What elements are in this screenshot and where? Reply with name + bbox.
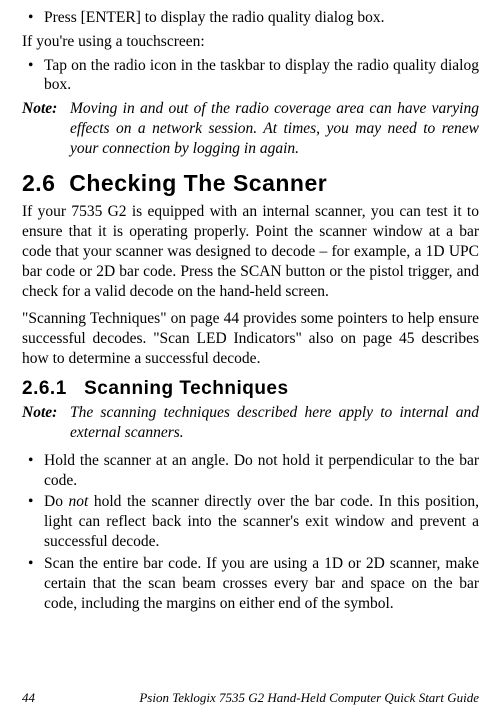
subsection-number: 2.6.1 [22, 378, 67, 399]
bullet-dot: • [22, 8, 44, 28]
scanning-bullets: • Hold the scanner at an angle. Do not h… [22, 451, 479, 614]
subsection-heading-2-6-1: 2.6.1 Scanning Techniques [22, 377, 479, 401]
section-paragraph-1: If your 7535 G2 is equipped with an inte… [22, 202, 479, 301]
section-title: Checking The Scanner [69, 170, 327, 196]
bullet-text: Do not hold the scanner directly over th… [44, 492, 479, 551]
bullet-dot: • [22, 56, 44, 96]
note-block-2: Note: The scanning techniques described … [22, 403, 479, 443]
note-body: The scanning techniques described here a… [70, 403, 479, 443]
text-pre: Do [44, 493, 69, 510]
section-paragraph-2: "Scanning Techniques" on page 44 provide… [22, 309, 479, 368]
bullet-row: • Tap on the radio icon in the taskbar t… [22, 56, 479, 96]
bullet-text: Tap on the radio icon in the taskbar to … [44, 56, 479, 96]
bullet-row: • Press [ENTER] to display the radio qua… [22, 8, 479, 28]
note-block-1: Note: Moving in and out of the radio cov… [22, 99, 479, 158]
section-heading-2-6: 2.6 Checking The Scanner [22, 169, 479, 198]
text-emph: not [69, 493, 89, 510]
bullet-row: • Do not hold the scanner directly over … [22, 492, 479, 551]
bullet-row: • Hold the scanner at an angle. Do not h… [22, 451, 479, 491]
bullet-row: • Scan the entire bar code. If you are u… [22, 554, 479, 613]
text-post: hold the scanner directly over the bar c… [44, 493, 479, 550]
bullet-dot: • [22, 492, 44, 551]
touch-bullet-block: • Tap on the radio icon in the taskbar t… [22, 56, 479, 96]
bullet-dot: • [22, 554, 44, 613]
bullet-text: Scan the entire bar code. If you are usi… [44, 554, 479, 613]
note-label: Note: [22, 99, 70, 158]
bullet-text: Hold the scanner at an angle. Do not hol… [44, 451, 479, 491]
subsection-title: Scanning Techniques [84, 378, 288, 399]
section-number: 2.6 [22, 170, 55, 196]
page-number: 44 [22, 690, 35, 707]
bullet-dot: • [22, 451, 44, 491]
note-body: Moving in and out of the radio coverage … [70, 99, 479, 158]
touchscreen-intro: If you're using a touchscreen: [22, 32, 479, 52]
bullet-text: Press [ENTER] to display the radio quali… [44, 8, 479, 28]
footer-title: Psion Teklogix 7535 G2 Hand-Held Compute… [139, 690, 479, 707]
note-label: Note: [22, 403, 70, 443]
intro-bullet-block: • Press [ENTER] to display the radio qua… [22, 8, 479, 28]
page-footer: 44 Psion Teklogix 7535 G2 Hand-Held Comp… [22, 690, 479, 707]
